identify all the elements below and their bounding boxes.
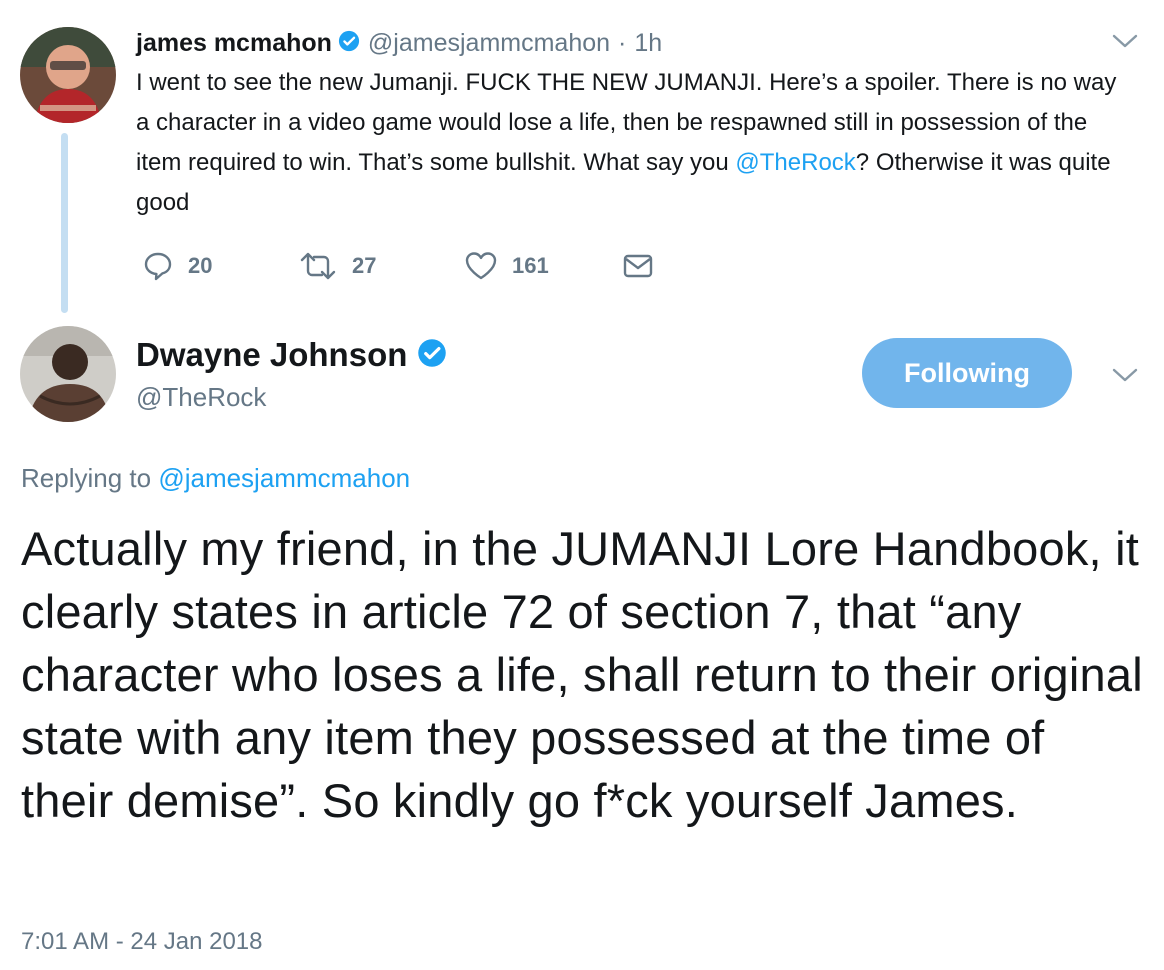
like-count: 161 bbox=[512, 253, 549, 278]
verified-badge-icon bbox=[338, 30, 360, 57]
reply-count: 20 bbox=[188, 253, 213, 278]
replying-to-label: Replying to bbox=[21, 463, 159, 493]
tweet1-author-handle[interactable]: @jamesjammcmahon bbox=[368, 29, 610, 58]
replying-to-line: Replying to @jamesjammcmahon bbox=[21, 463, 410, 494]
direct-message-button[interactable] bbox=[622, 250, 668, 282]
mention-link[interactable]: @TheRock bbox=[735, 149, 855, 176]
retweet-button[interactable]: 27 bbox=[298, 250, 376, 282]
verified-badge-icon bbox=[417, 338, 447, 373]
retweet-icon bbox=[300, 252, 336, 280]
envelope-icon bbox=[623, 254, 653, 278]
following-button[interactable]: Following bbox=[862, 338, 1072, 408]
like-button[interactable]: 161 bbox=[464, 250, 549, 282]
reply-button[interactable]: 20 bbox=[142, 250, 212, 282]
retweet-count: 27 bbox=[352, 253, 377, 278]
tweet2-author-handle[interactable]: @TheRock bbox=[136, 382, 266, 413]
tweet2-timestamp[interactable]: 7:01 AM - 24 Jan 2018 bbox=[21, 928, 263, 956]
chevron-down-icon[interactable] bbox=[1110, 364, 1140, 391]
tweet2-author-name[interactable]: Dwayne Johnson bbox=[136, 336, 407, 374]
tweet1-author-name[interactable]: james mcmahon bbox=[136, 29, 332, 58]
avatar-dwayne-johnson[interactable] bbox=[20, 326, 116, 422]
heart-icon bbox=[465, 252, 497, 280]
avatar-james-mcmahon[interactable] bbox=[20, 27, 116, 123]
tweet2-text: Actually my friend, in the JUMANJI Lore … bbox=[21, 522, 1143, 827]
reply-icon bbox=[144, 252, 172, 281]
separator-dot: · bbox=[618, 28, 627, 57]
tweet1-header: james mcmahon @jamesjammcmahon · 1h bbox=[136, 26, 662, 60]
chevron-down-icon[interactable] bbox=[1110, 30, 1140, 57]
thread-connector-line bbox=[61, 133, 68, 313]
replying-to-handle[interactable]: @jamesjammcmahon bbox=[158, 463, 410, 493]
tweet1-text: I went to see the new Jumanji. FUCK THE … bbox=[136, 63, 1136, 223]
tweet2-header: Dwayne Johnson bbox=[136, 334, 447, 376]
tweet1-time[interactable]: 1h bbox=[634, 29, 662, 58]
